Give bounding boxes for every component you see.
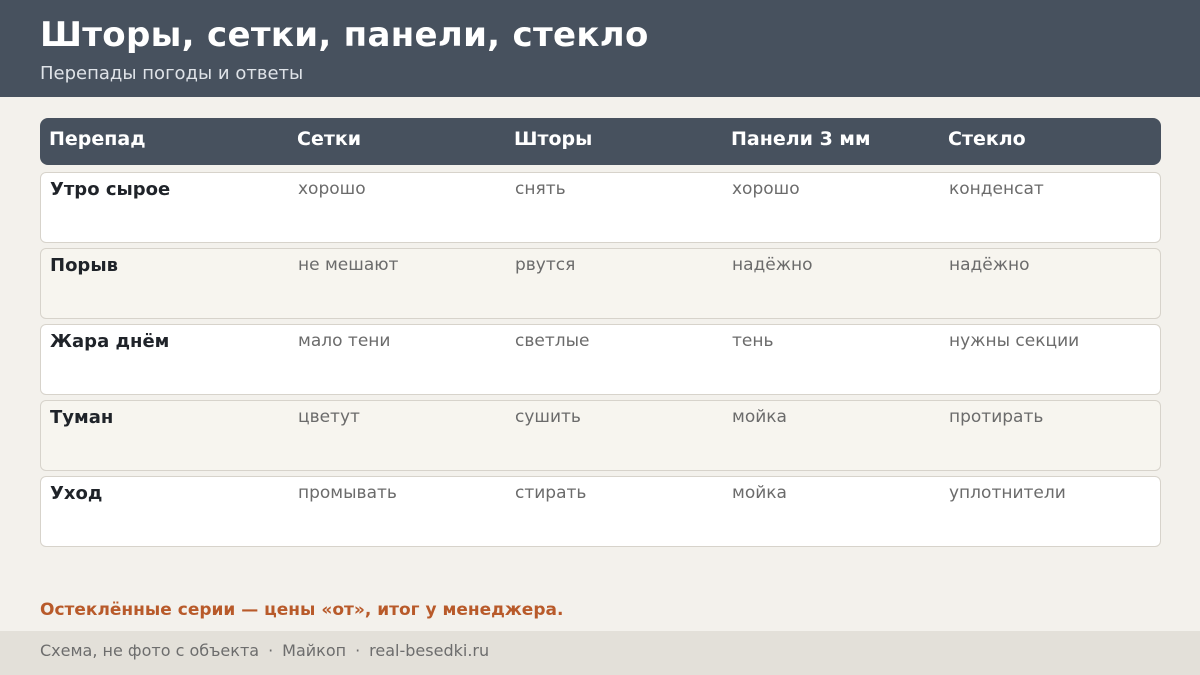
row-label: Жара днём [50, 331, 170, 352]
table-cell: не мешают [298, 255, 399, 275]
footer-city: Майкоп [282, 641, 347, 660]
table-cell: тень [732, 331, 774, 351]
footer-text: Схема, не фото с объекта · Майкоп · real-bes… [40, 641, 489, 660]
table-cell: уплотнители [949, 483, 1066, 503]
footer-separator: · [268, 641, 274, 660]
footer-disclaimer: Схема, не фото с объекта [40, 641, 260, 660]
table-cell: цветут [298, 407, 360, 427]
row-label: Туман [50, 407, 114, 428]
table-row: Уход промывать стирать мойка уплотнители [40, 476, 1161, 547]
table-row: Туман цветут сушить мойка протирать [40, 400, 1161, 471]
column-header-setki: Сетки [297, 128, 362, 150]
table-cell: нужны секции [949, 331, 1080, 351]
table-cell: светлые [515, 331, 590, 351]
table-cell: протирать [949, 407, 1044, 427]
table-cell: хорошо [298, 179, 366, 199]
footer-separator: · [355, 641, 361, 660]
table-cell: надёжно [732, 255, 813, 275]
table-cell: надёжно [949, 255, 1030, 275]
table-row: Жара днём мало тени светлые тень нужны с… [40, 324, 1161, 395]
table-cell: мойка [732, 483, 787, 503]
page-title: Шторы, сетки, панели, стекло [40, 15, 649, 55]
header: Шторы, сетки, панели, стекло Перепады по… [0, 0, 1200, 97]
row-label: Порыв [50, 255, 118, 276]
table-cell: конденсат [949, 179, 1044, 199]
footer: Схема, не фото с объекта · Майкоп · real-bes… [0, 631, 1200, 675]
table-row: Утро сырое хорошо снять хорошо конденсат [40, 172, 1161, 243]
column-header-perepad: Перепад [49, 128, 146, 150]
footer-site-link[interactable]: real-besedki.ru [369, 641, 489, 660]
table-header: Перепад Сетки Шторы Панели 3 мм Стекло [40, 118, 1161, 165]
column-header-steklo: Стекло [948, 128, 1026, 150]
row-label: Утро сырое [50, 179, 171, 200]
table-cell: рвутся [515, 255, 576, 275]
table-cell: хорошо [732, 179, 800, 199]
table-cell: сушить [515, 407, 581, 427]
table-cell: стирать [515, 483, 587, 503]
column-header-paneli: Панели 3 мм [731, 128, 871, 150]
table-row: Порыв не мешают рвутся надёжно надёжно [40, 248, 1161, 319]
pricing-note: Остеклённые серии — цены «от», итог у ме… [40, 600, 564, 620]
page-subtitle: Перепады погоды и ответы [40, 63, 304, 84]
table-cell: мойка [732, 407, 787, 427]
table-cell: мало тени [298, 331, 391, 351]
column-header-shtory: Шторы [514, 128, 593, 150]
table-cell: снять [515, 179, 566, 199]
table-cell: промывать [298, 483, 397, 503]
row-label: Уход [50, 483, 103, 504]
